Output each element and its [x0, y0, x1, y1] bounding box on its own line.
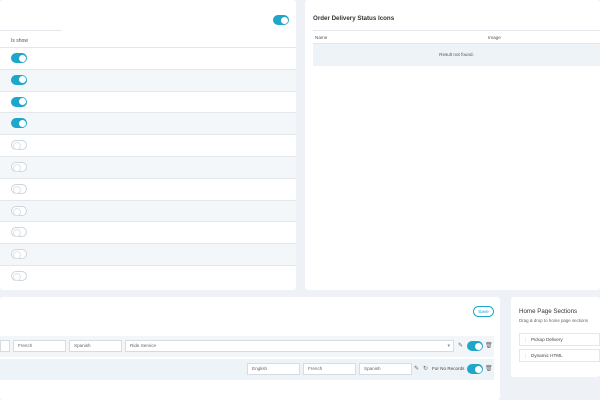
- toggle-switch[interactable]: [11, 53, 27, 63]
- table-row: [0, 264, 296, 287]
- card-title: Order Delivery Status Icons: [313, 15, 395, 22]
- toggle-switch[interactable]: [11, 140, 27, 151]
- toggle-switch[interactable]: [11, 205, 27, 216]
- table-row: [0, 199, 296, 222]
- for-no-records-label: For No Records: [432, 366, 465, 371]
- row-toggle[interactable]: [11, 183, 27, 194]
- trash-icon[interactable]: 🗑: [485, 363, 493, 375]
- toggle-switch[interactable]: [11, 74, 27, 85]
- table-row: [0, 243, 296, 265]
- toggle-switch[interactable]: [11, 249, 27, 260]
- header-toggle[interactable]: [273, 15, 289, 25]
- save-button[interactable]: Save: [473, 306, 494, 317]
- row-toggle[interactable]: [11, 227, 27, 238]
- status-rows: [0, 47, 296, 287]
- home-page-sections-card: Home Page Sections Drag & drop to home p…: [511, 297, 600, 377]
- spanish-input[interactable]: Spanish: [69, 340, 122, 352]
- row-toggle[interactable]: [467, 364, 483, 374]
- french-input[interactable]: French: [303, 363, 356, 375]
- menu-editor-card: Save French Spanish Ride Service ▾ ✎ 🗑 E…: [0, 297, 500, 400]
- row-toggle[interactable]: [11, 140, 27, 151]
- card-title: Home Page Sections: [519, 308, 578, 315]
- chevron-down-icon: ▾: [447, 343, 450, 349]
- table-row: [0, 90, 296, 113]
- column-image: Image: [488, 35, 501, 40]
- edit-icon[interactable]: ✎: [414, 363, 419, 375]
- toggle-switch[interactable]: [11, 183, 27, 194]
- section-item-pickup-delivery[interactable]: ⋮ Pickup Delivery: [519, 333, 600, 346]
- toggle-switch[interactable]: [467, 341, 483, 351]
- card-subtitle: Drag & drop to home page sections: [519, 318, 589, 323]
- row-toggle[interactable]: [11, 270, 27, 281]
- toggle-switch[interactable]: [11, 227, 27, 238]
- table-row: [0, 47, 296, 69]
- row-toggle[interactable]: [11, 74, 27, 85]
- edit-icon[interactable]: ✎: [458, 340, 463, 352]
- refresh-icon[interactable]: ↻: [423, 363, 428, 375]
- column-name: Name: [315, 35, 328, 40]
- row-toggle[interactable]: [11, 205, 27, 216]
- row-toggle[interactable]: [11, 161, 27, 172]
- trash-icon[interactable]: 🗑: [485, 340, 493, 352]
- table-row: [0, 112, 296, 135]
- column-header: Is show: [0, 30, 62, 47]
- table-row: [0, 177, 296, 200]
- table-header: Name Image: [313, 30, 600, 44]
- toggle-switch[interactable]: [273, 15, 289, 25]
- menu-row: French Spanish Ride Service ▾ ✎ 🗑: [0, 336, 494, 357]
- drag-handle-icon[interactable]: ⋮: [523, 336, 528, 344]
- english-input[interactable]: [0, 340, 10, 352]
- toggle-switch[interactable]: [11, 161, 27, 172]
- row-toggle[interactable]: [11, 249, 27, 260]
- row-toggle[interactable]: [11, 118, 27, 129]
- french-input[interactable]: French: [13, 340, 66, 352]
- table-row: [0, 155, 296, 178]
- menu-row: English French Spanish ✎ ↻ For No Record…: [0, 359, 494, 380]
- column-header-label: Is show: [11, 38, 28, 44]
- service-select[interactable]: Ride Service ▾: [125, 340, 454, 352]
- toggle-switch[interactable]: [11, 270, 27, 281]
- section-item-dynamic-html[interactable]: ⋮ Dynamic HTML: [519, 349, 600, 362]
- toggle-switch[interactable]: [467, 364, 483, 374]
- drag-handle-icon[interactable]: ⋮: [523, 352, 528, 360]
- row-toggle[interactable]: [467, 341, 483, 351]
- toggle-switch[interactable]: [11, 118, 27, 129]
- status-table-card: Is show: [0, 0, 296, 290]
- row-toggle[interactable]: [11, 96, 27, 107]
- section-item-label: Pickup Delivery: [531, 337, 563, 342]
- row-toggle[interactable]: [11, 53, 27, 63]
- empty-message: Result not found.: [313, 44, 600, 66]
- toggle-switch[interactable]: [11, 96, 27, 107]
- table-row: [0, 134, 296, 156]
- section-item-label: Dynamic HTML: [531, 353, 563, 358]
- english-input[interactable]: English: [247, 363, 300, 375]
- table-row: [0, 221, 296, 243]
- spanish-input[interactable]: Spanish: [359, 363, 412, 375]
- table-row: [0, 68, 296, 91]
- order-delivery-status-card: Order Delivery Status Icons Name Image R…: [305, 0, 600, 290]
- service-select-value: Ride Service: [130, 343, 157, 348]
